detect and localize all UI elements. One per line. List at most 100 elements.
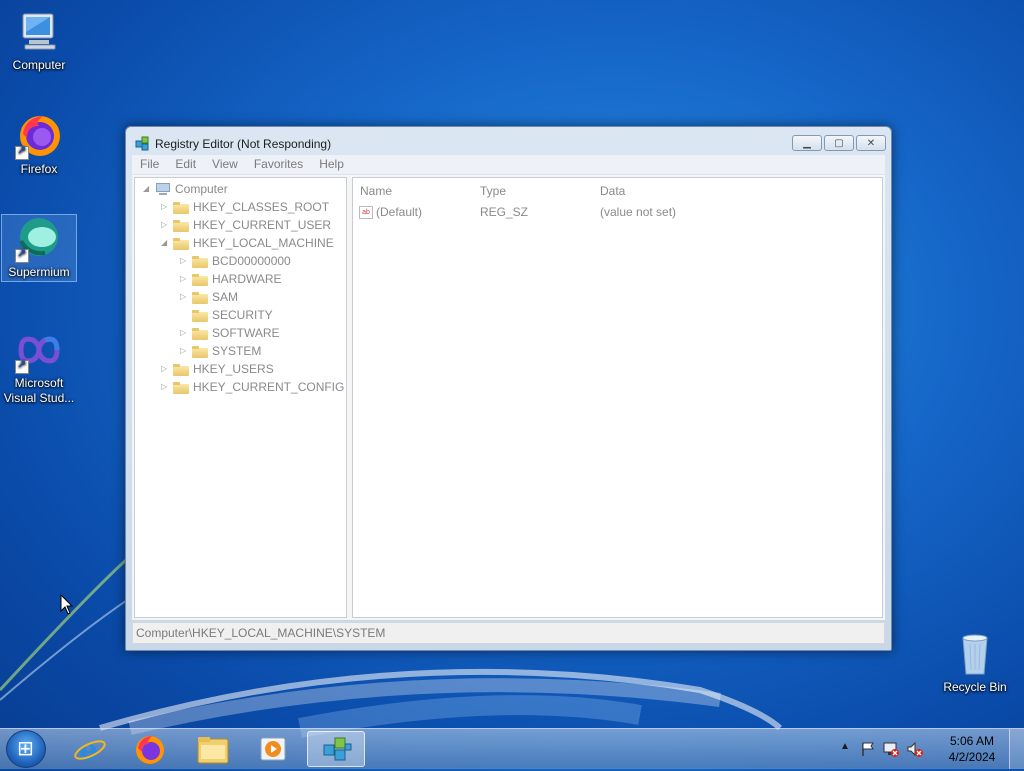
supermium-icon <box>15 215 63 263</box>
value-name: (Default) <box>376 205 423 219</box>
folder-icon <box>173 201 189 214</box>
tree-node-hkey-current-config[interactable]: ▷ HKEY_CURRENT_CONFIG <box>161 378 344 396</box>
folder-icon <box>192 327 208 340</box>
menu-favorites[interactable]: Favorites <box>246 155 311 174</box>
desktop-icon-visual-studio[interactable]: Microsoft Visual Stud... <box>1 326 77 406</box>
tree-node-label: HKEY_CURRENT_USER <box>193 218 332 232</box>
clock-time: 5:06 AM <box>949 734 995 748</box>
minimize-icon: ▁ <box>803 137 811 149</box>
maximize-button[interactable]: ▢ <box>824 135 854 151</box>
clock[interactable]: 5:06 AM 4/2/2024 <box>942 733 1002 765</box>
taskbar-file-explorer[interactable] <box>184 731 242 767</box>
menu-help[interactable]: Help <box>311 155 352 174</box>
tree-node-security[interactable]: SECURITY <box>180 306 273 324</box>
tree-node-sam[interactable]: ▷ SAM <box>180 288 238 306</box>
network-icon[interactable] <box>882 740 900 758</box>
desktop-icon-label: Recycle Bin <box>943 680 1007 694</box>
folder-icon <box>197 737 229 764</box>
expand-arrow-icon[interactable]: ▷ <box>161 360 171 378</box>
folder-icon <box>173 237 189 250</box>
desktop-icon-label: Microsoft Visual Stud... <box>3 376 75 405</box>
tree-node-computer[interactable]: ◢ Computer <box>143 180 228 198</box>
folder-icon <box>192 309 208 322</box>
tree-node-hardware[interactable]: ▷ HARDWARE <box>180 270 282 288</box>
firefox-icon <box>136 736 164 764</box>
expand-arrow-icon[interactable]: ▷ <box>161 216 171 234</box>
value-data: (value not set) <box>600 205 677 219</box>
desktop-icon-computer[interactable]: Computer <box>1 8 77 73</box>
desktop-icon-firefox[interactable]: Firefox <box>1 112 77 177</box>
show-hidden-icons-icon[interactable]: ▲ <box>840 741 850 752</box>
registry-tree[interactable]: ◢ Computer ▷ HKEY_CLASSES_ROOT ▷ HKEY_CURRE… <box>134 177 347 618</box>
tree-node-software[interactable]: ▷ SOFTWARE <box>180 324 280 342</box>
expand-arrow-icon[interactable]: ▷ <box>180 252 190 270</box>
expand-arrow-icon[interactable]: ▷ <box>180 342 190 360</box>
recycle-bin-icon <box>951 630 999 678</box>
tree-node-label: HKEY_CURRENT_CONFIG <box>193 380 345 394</box>
value-type: REG_SZ <box>480 205 529 219</box>
tree-node-system[interactable]: ▷ SYSTEM <box>180 342 261 360</box>
taskbar-firefox[interactable] <box>121 731 179 767</box>
menu-file[interactable]: File <box>132 155 167 174</box>
desktop-icon-label: Computer <box>12 58 66 72</box>
action-center-flag-icon[interactable] <box>860 741 876 757</box>
expand-arrow-icon[interactable]: ▷ <box>180 288 190 306</box>
folder-icon <box>173 219 189 232</box>
tree-node-label: Computer <box>175 182 228 196</box>
desktop-icon-supermium[interactable]: Supermium <box>1 214 77 282</box>
folder-icon <box>173 381 189 394</box>
collapse-arrow-icon[interactable]: ◢ <box>161 234 171 252</box>
media-player-icon <box>260 737 286 761</box>
expand-arrow-icon[interactable]: ▷ <box>161 378 171 396</box>
regedit-icon <box>135 136 149 151</box>
desktop-icon-label: Supermium <box>8 265 70 279</box>
menu-bar: File Edit View Favorites Help <box>132 155 885 174</box>
shortcut-arrow-icon <box>15 247 29 263</box>
tree-node-hkey-classes-root[interactable]: ▷ HKEY_CLASSES_ROOT <box>161 198 329 216</box>
menu-view[interactable]: View <box>204 155 246 174</box>
close-icon: ✕ <box>866 137 876 149</box>
tree-node-label: HKEY_USERS <box>193 362 274 376</box>
desktop-icon-label: Firefox <box>20 162 58 176</box>
desktop-icon-recycle-bin[interactable]: Recycle Bin <box>937 630 1013 695</box>
tree-node-hkey-users[interactable]: ▷ HKEY_USERS <box>161 360 274 378</box>
tree-node-label: SYSTEM <box>212 344 262 358</box>
menu-edit[interactable]: Edit <box>167 155 204 174</box>
internet-explorer-icon: e <box>74 733 106 768</box>
tree-node-label: SAM <box>212 290 239 304</box>
taskbar-internet-explorer[interactable]: e <box>61 731 119 768</box>
tree-node-bcd00000000[interactable]: ▷ BCD00000000 <box>180 252 291 270</box>
column-header-type[interactable]: Type <box>480 184 506 198</box>
column-header-data[interactable]: Data <box>600 184 625 198</box>
minimize-button[interactable]: ▁ <box>792 135 822 151</box>
close-button[interactable]: ✕ <box>856 135 886 151</box>
start-button[interactable] <box>6 730 46 768</box>
value-row[interactable]: ab (Default) REG_SZ (value not set) <box>359 203 859 221</box>
folder-icon <box>192 291 208 304</box>
expand-arrow-icon[interactable]: ▷ <box>180 270 190 288</box>
tree-node-label: HKEY_LOCAL_MACHINE <box>193 236 334 250</box>
show-desktop-button[interactable] <box>1009 729 1024 769</box>
folder-icon <box>173 363 189 376</box>
tree-node-label: HKEY_CLASSES_ROOT <box>193 200 330 214</box>
tree-node-hkey-local-machine[interactable]: ◢ HKEY_LOCAL_MACHINE <box>161 234 334 252</box>
computer-icon <box>15 8 63 56</box>
tree-node-hkey-current-user[interactable]: ▷ HKEY_CURRENT_USER <box>161 216 331 234</box>
clock-date: 4/2/2024 <box>948 750 996 764</box>
window-title: Registry Editor (Not Responding) <box>155 137 332 151</box>
tree-node-label: SECURITY <box>212 308 273 322</box>
maximize-icon: ▢ <box>834 137 844 149</box>
taskbar-registry-editor[interactable] <box>307 731 365 767</box>
string-value-icon: ab <box>359 206 373 220</box>
tree-node-label: SOFTWARE <box>212 326 280 340</box>
folder-icon <box>192 345 208 358</box>
taskbar-media-player[interactable] <box>244 731 302 767</box>
column-header-name[interactable]: Name <box>360 184 392 198</box>
visual-studio-icon <box>15 326 63 374</box>
expand-arrow-icon[interactable]: ▷ <box>180 324 190 342</box>
expand-arrow-icon[interactable]: ▷ <box>161 198 171 216</box>
values-list[interactable]: Name Type Data ab (Default) REG_SZ (value… <box>352 177 883 618</box>
collapse-arrow-icon[interactable]: ◢ <box>143 180 153 198</box>
registry-editor-window[interactable]: Registry Editor (Not Responding) ▁ ▢ ✕ F… <box>125 126 892 651</box>
volume-muted-icon[interactable] <box>906 740 924 758</box>
